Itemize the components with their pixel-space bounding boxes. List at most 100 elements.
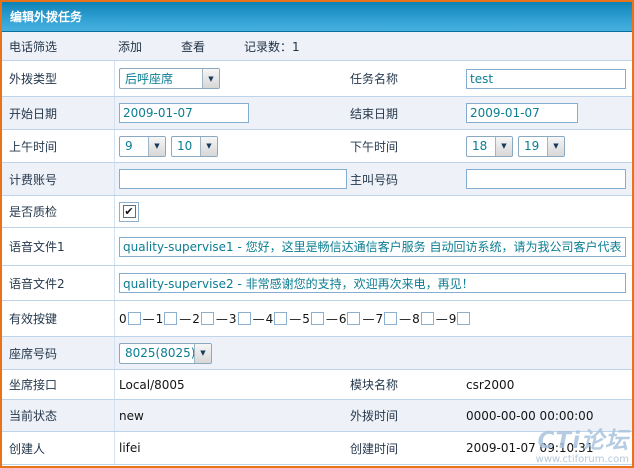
quality-check-label: 是否质检 (2, 203, 114, 220)
quality-check-checkbox[interactable]: ✔ (123, 205, 136, 218)
voice-file1-input[interactable] (119, 237, 626, 257)
key-digit-1: 1 (156, 312, 164, 326)
agent-interface-value: Local/8005 (119, 378, 185, 392)
outbound-type-cell: 后呼座席 ▼ (114, 61, 347, 96)
add-link[interactable]: 添加 (118, 38, 181, 55)
agent-number-select[interactable]: 8025(8025) ▼ (119, 343, 212, 364)
chevron-down-icon[interactable]: ▼ (547, 137, 564, 156)
voice-file1-label: 语音文件1 (2, 238, 114, 255)
caller-number-cell (466, 169, 632, 189)
am-from-select[interactable]: 9 ▼ (119, 136, 166, 157)
agent-interface-cell: Local/8005 (114, 370, 347, 399)
quality-check-checkbox-frame: ✔ (119, 202, 139, 222)
key-digit-5: 5 (302, 312, 310, 326)
pm-from-select[interactable]: 18 ▼ (466, 136, 513, 157)
agent-number-cell: 8025(8025) ▼ (114, 337, 347, 369)
agent-number-value: 8025(8025) (120, 344, 194, 363)
agent-number-row: 座席号码 8025(8025) ▼ (2, 337, 632, 370)
outbound-time-value: 0000-00-00 00:00:00 (466, 409, 593, 423)
caller-number-label: 主叫号码 (347, 171, 466, 188)
chevron-down-icon[interactable]: ▼ (202, 69, 219, 88)
key-digit-9: 9 (449, 312, 457, 326)
key-separator: — (362, 312, 374, 326)
key-digit-0: 0 (119, 312, 127, 326)
outbound-time-label: 外拨时间 (347, 407, 466, 424)
create-time-value: 2009-01-07 09:10:31 (466, 441, 593, 455)
outbound-type-select[interactable]: 后呼座席 ▼ (119, 68, 220, 89)
key-6-checkbox[interactable] (347, 312, 360, 325)
creator-row: 创建人 lifei 创建时间 2009-01-07 09:10:31 (2, 432, 632, 465)
chevron-down-icon[interactable]: ▼ (495, 137, 512, 156)
chevron-down-icon[interactable]: ▼ (200, 137, 217, 156)
date-row: 开始日期 结束日期 (2, 97, 632, 130)
outbound-type-label: 外拨类型 (2, 70, 114, 87)
start-date-cell (114, 97, 347, 129)
key-5-checkbox[interactable] (311, 312, 324, 325)
start-date-input[interactable] (119, 103, 249, 123)
key-4-checkbox[interactable] (274, 312, 287, 325)
phone-filter-row: 电话筛选 添加 查看 记录数：1 (2, 32, 632, 61)
account-row: 计费账号 主叫号码 (2, 163, 632, 196)
interface-row: 坐席接口 Local/8005 模块名称 csr2000 (2, 370, 632, 400)
outbound-time-cell: 0000-00-00 00:00:00 (466, 409, 632, 423)
outbound-type-value: 后呼座席 (120, 69, 202, 88)
module-name-cell: csr2000 (466, 378, 632, 392)
view-link[interactable]: 查看 (181, 38, 244, 55)
key-digit-8: 8 (412, 312, 420, 326)
chevron-down-icon[interactable]: ▼ (194, 344, 211, 363)
creator-value: lifei (119, 441, 141, 455)
key-1-checkbox[interactable] (164, 312, 177, 325)
valid-keys-row: 有效按键 0—1—2—3—4—5—6—7—8—9 (2, 301, 632, 337)
quality-check-cell: ✔ (114, 196, 347, 227)
key-8-checkbox[interactable] (421, 312, 434, 325)
end-date-cell (466, 103, 632, 123)
current-status-value: new (119, 409, 144, 423)
voice-file2-label: 语音文件2 (2, 275, 114, 292)
phone-filter-label: 电话筛选 (2, 38, 114, 55)
agent-number-label: 座席号码 (2, 345, 114, 362)
caller-number-input[interactable] (466, 169, 626, 189)
page-title: 编辑外拨任务 (10, 8, 82, 25)
chevron-down-icon[interactable]: ▼ (148, 137, 165, 156)
voice-file2-row: 语音文件2 (2, 266, 632, 301)
voice-file2-input[interactable] (119, 273, 626, 293)
pm-time-label: 下午时间 (347, 138, 466, 155)
pm-time-cell: 18 ▼ 19 ▼ (466, 136, 632, 157)
billing-account-cell (114, 163, 347, 195)
key-digit-7: 7 (375, 312, 383, 326)
key-separator: — (179, 312, 191, 326)
current-status-cell: new (114, 400, 347, 431)
am-time-cell: 9 ▼ 10 ▼ (114, 130, 347, 162)
key-2-checkbox[interactable] (201, 312, 214, 325)
key-separator: — (399, 312, 411, 326)
key-separator: — (289, 312, 301, 326)
am-time-label: 上午时间 (2, 138, 114, 155)
end-date-input[interactable] (466, 103, 578, 123)
key-9-checkbox[interactable] (457, 312, 470, 325)
type-name-row: 外拨类型 后呼座席 ▼ 任务名称 (2, 61, 632, 97)
key-0-checkbox[interactable] (128, 312, 141, 325)
key-separator: — (326, 312, 338, 326)
key-7-checkbox[interactable] (384, 312, 397, 325)
quality-check-row: 是否质检 ✔ (2, 196, 632, 228)
phone-filter-actions: 添加 查看 记录数：1 (114, 32, 347, 60)
key-3-checkbox[interactable] (238, 312, 251, 325)
pm-to-select[interactable]: 19 ▼ (518, 136, 565, 157)
agent-interface-label: 坐席接口 (2, 376, 114, 393)
create-time-label: 创建时间 (347, 440, 466, 457)
billing-account-label: 计费账号 (2, 171, 114, 188)
task-name-cell (466, 69, 632, 89)
voice-file1-cell (114, 228, 632, 265)
key-separator: — (253, 312, 265, 326)
billing-account-input[interactable] (119, 169, 347, 189)
am-to-select[interactable]: 10 ▼ (171, 136, 218, 157)
key-separator: — (143, 312, 155, 326)
valid-keys-cell: 0—1—2—3—4—5—6—7—8—9 (114, 301, 632, 336)
key-separator: — (216, 312, 228, 326)
am-to-value: 10 (172, 137, 200, 156)
am-from-value: 9 (120, 137, 148, 156)
module-name-value: csr2000 (466, 378, 514, 392)
task-name-label: 任务名称 (347, 70, 466, 87)
task-name-input[interactable] (466, 69, 626, 89)
create-time-cell: 2009-01-07 09:10:31 (466, 441, 632, 455)
